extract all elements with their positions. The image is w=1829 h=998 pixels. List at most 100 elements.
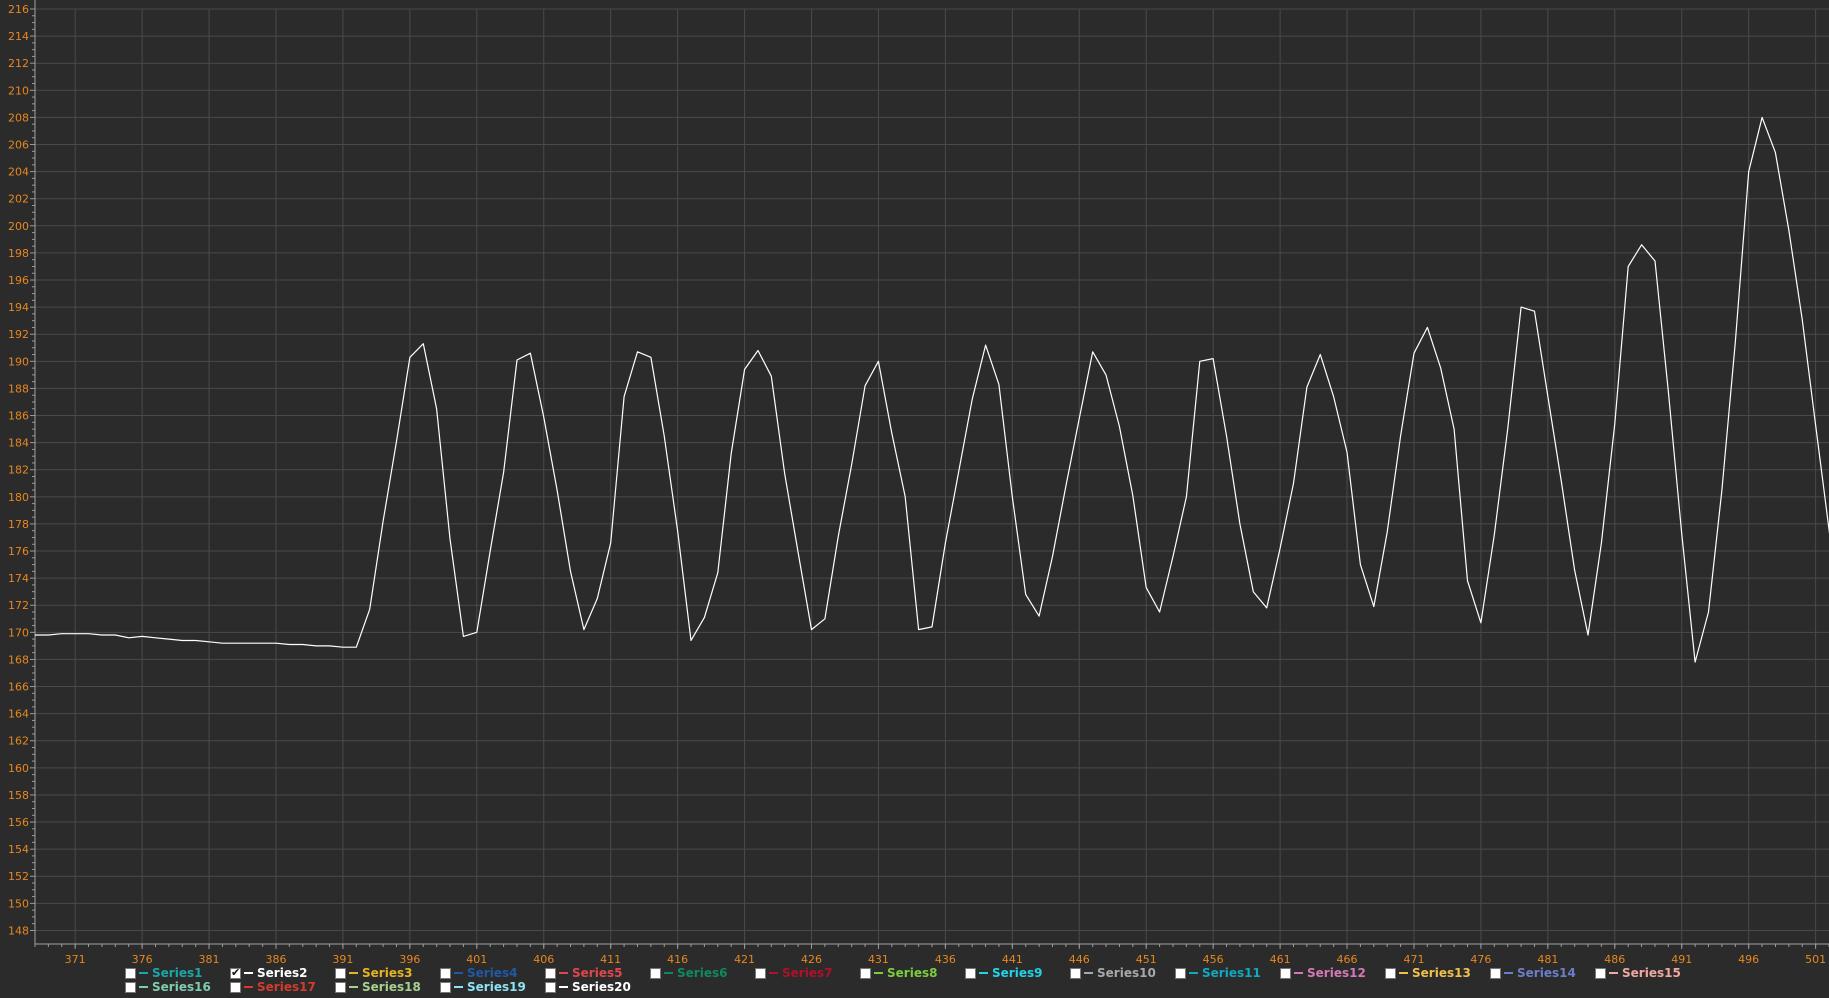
- y-tick-label: 180: [8, 491, 29, 504]
- x-tick-label: 466: [1337, 953, 1358, 966]
- legend-item-series8[interactable]: Series8: [860, 966, 965, 980]
- y-tick-label: 208: [8, 111, 29, 124]
- legend-row: Series16 Series17 Series18 Series19 Series20: [125, 980, 1825, 994]
- legend-checkbox[interactable]: [650, 967, 661, 979]
- x-tick-label: 406: [533, 953, 554, 966]
- x-tick-label: 431: [868, 953, 889, 966]
- legend-checkbox[interactable]: [860, 967, 871, 979]
- legend-checkbox[interactable]: [125, 967, 136, 979]
- legend-swatch: [874, 972, 883, 974]
- legend-checkbox[interactable]: [1595, 967, 1606, 979]
- legend-item-series17[interactable]: Series17: [230, 980, 335, 994]
- legend-item-series10[interactable]: Series10: [1070, 966, 1175, 980]
- legend-checkbox[interactable]: [545, 981, 556, 993]
- y-tick-label: 178: [8, 518, 29, 531]
- legend-item-series2[interactable]: Series2: [230, 966, 335, 980]
- legend-item-series16[interactable]: Series16: [125, 980, 230, 994]
- y-tick-label: 162: [8, 735, 29, 748]
- y-tick-label: 164: [8, 708, 29, 721]
- legend-checkbox[interactable]: [545, 967, 556, 979]
- legend-item-series13[interactable]: Series13: [1385, 966, 1490, 980]
- legend-label: Series6: [677, 966, 728, 980]
- legend-checkbox[interactable]: [1280, 967, 1291, 979]
- legend-label: Series10: [1097, 966, 1156, 980]
- legend-checkbox[interactable]: [755, 967, 766, 979]
- legend-item-series19[interactable]: Series19: [440, 980, 545, 994]
- legend-swatch: [349, 972, 358, 974]
- legend-item-series6[interactable]: Series6: [650, 966, 755, 980]
- y-tick-label: 154: [8, 843, 29, 856]
- x-tick-label: 426: [801, 953, 822, 966]
- x-tick-label: 376: [132, 953, 153, 966]
- x-tick-label: 421: [734, 953, 755, 966]
- legend-swatch: [349, 986, 358, 988]
- legend-swatch: [769, 972, 778, 974]
- legend-item-series3[interactable]: Series3: [335, 966, 440, 980]
- legend-checkbox[interactable]: [335, 967, 346, 979]
- legend-row: Series1 Series2 Series3 Series4 Series5 Serie…: [125, 966, 1825, 980]
- legend-swatch: [1189, 972, 1198, 974]
- legend-label: Series5: [572, 966, 623, 980]
- legend-item-series18[interactable]: Series18: [335, 980, 440, 994]
- legend-checkbox[interactable]: [1385, 967, 1396, 979]
- legend-swatch: [1609, 972, 1618, 974]
- legend-checkbox[interactable]: [1175, 967, 1186, 979]
- x-tick-label: 471: [1403, 953, 1424, 966]
- legend-checkbox[interactable]: [1490, 967, 1501, 979]
- legend: Series1Series2Series3Series4Series5Serie…: [125, 966, 1825, 994]
- y-tick-label: 160: [8, 762, 29, 775]
- legend-item-series1[interactable]: Series1: [125, 966, 230, 980]
- x-tick-label: 386: [265, 953, 286, 966]
- x-tick-label: 436: [935, 953, 956, 966]
- x-tick-label: 446: [1069, 953, 1090, 966]
- y-tick-label: 216: [8, 3, 29, 16]
- x-tick-label: 391: [332, 953, 353, 966]
- legend-swatch: [1294, 972, 1303, 974]
- legend-label: Series14: [1517, 966, 1576, 980]
- legend-label: Series12: [1307, 966, 1366, 980]
- legend-swatch: [664, 972, 673, 974]
- y-tick-label: 186: [8, 410, 29, 423]
- legend-item-series14[interactable]: Series14: [1490, 966, 1595, 980]
- legend-checkbox[interactable]: [965, 967, 976, 979]
- legend-item-series12[interactable]: Series12: [1280, 966, 1385, 980]
- legend-label: Series3: [362, 966, 413, 980]
- x-tick-label: 491: [1671, 953, 1692, 966]
- x-tick-label: 411: [600, 953, 621, 966]
- legend-item-series5[interactable]: Series5: [545, 966, 650, 980]
- legend-checkbox[interactable]: [440, 967, 451, 979]
- legend-item-series20[interactable]: Series20: [545, 980, 650, 994]
- legend-label: Series2: [257, 966, 308, 980]
- legend-item-series11[interactable]: Series11: [1175, 966, 1280, 980]
- legend-checkbox[interactable]: [125, 981, 136, 993]
- y-tick-label: 202: [8, 193, 29, 206]
- legend-label: Series4: [467, 966, 518, 980]
- legend-label: Series18: [362, 980, 421, 994]
- legend-swatch: [979, 972, 988, 974]
- y-tick-label: 206: [8, 139, 29, 152]
- x-tick-label: 496: [1738, 953, 1759, 966]
- legend-item-series9[interactable]: Series9: [965, 966, 1070, 980]
- legend-label: Series7: [782, 966, 833, 980]
- x-tick-label: 396: [399, 953, 420, 966]
- legend-label: Series8: [887, 966, 938, 980]
- legend-item-series7[interactable]: Series7: [755, 966, 860, 980]
- y-tick-label: 194: [8, 301, 29, 314]
- legend-swatch: [139, 972, 148, 974]
- legend-checkbox[interactable]: [230, 966, 241, 980]
- legend-item-series4[interactable]: Series4: [440, 966, 545, 980]
- legend-checkbox[interactable]: [335, 981, 346, 993]
- legend-label: Series9: [992, 966, 1043, 980]
- y-tick-label: 210: [8, 84, 29, 97]
- legend-checkbox[interactable]: [1070, 967, 1081, 979]
- legend-checkbox[interactable]: [230, 981, 241, 993]
- y-tick-label: 212: [8, 57, 29, 70]
- legend-swatch: [244, 986, 253, 988]
- legend-label: Series15: [1622, 966, 1681, 980]
- y-tick-label: 152: [8, 870, 29, 883]
- legend-checkbox[interactable]: [440, 981, 451, 993]
- legend-swatch: [1399, 972, 1408, 974]
- legend-item-series15[interactable]: Series15: [1595, 966, 1700, 980]
- y-tick-label: 166: [8, 681, 29, 694]
- y-tick-label: 150: [8, 897, 29, 910]
